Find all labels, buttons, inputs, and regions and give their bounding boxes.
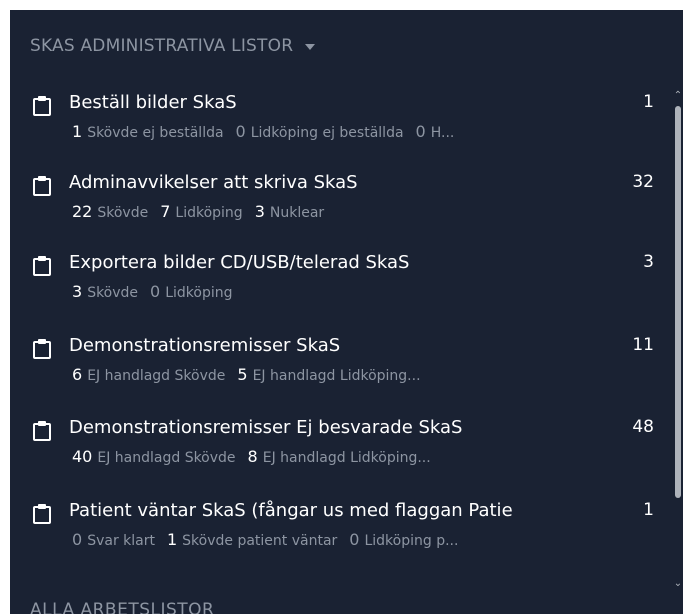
breakdown-count: 0 [349,530,360,549]
worklist-item[interactable]: Patient väntar SkaS (fångar us med flagg… [10,498,672,578]
item-breakdown: 22 Skövde 7 Lidköping 3 Nuklear [72,202,650,221]
item-breakdown: 6 EJ handlagd Skövde 5 EJ handlagd Lidköpin… [72,365,650,384]
item-title: Patient väntar SkaS (fångar us med flagg… [69,500,513,521]
next-section-header[interactable]: ALLA ARBETSLISTOR [30,600,214,614]
item-title: Demonstrationsremisser SkaS [69,335,341,356]
breakdown-count: 0 [415,122,426,141]
breakdown-count: 8 [247,447,258,466]
section-header[interactable]: SKAS ADMINISTRATIVA LISTOR [30,36,316,56]
breakdown-count: 0 [235,122,246,141]
item-count: 1 [643,92,654,112]
breakdown-count: 3 [254,202,265,221]
item-breakdown: 1 Skövde ej beställda 0 Lidköping ej bestäl… [72,122,650,141]
scroll-down-icon[interactable]: ⌄ [673,578,683,590]
item-breakdown: 3 Skövde 0 Lidköping [72,282,650,301]
item-breakdown: 40 EJ handlagd Skövde 8 EJ handlagd Lidköpi… [72,447,650,466]
breakdown-label: Lidköping p... [364,533,459,549]
breakdown-label: H... [430,125,455,141]
scrollbar-thumb[interactable] [675,106,681,498]
worklist-item[interactable]: Beställ bilder SkaS 1 1 Skövde ej beställda… [10,90,672,170]
breakdown-count: 7 [160,202,171,221]
item-title: Adminavvikelser att skriva SkaS [69,172,358,193]
clipboard-icon [33,96,51,116]
section-title: SKAS ADMINISTRATIVA LISTOR [30,36,294,56]
worklist-item[interactable]: Exportera bilder CD/USB/telerad SkaS 3 3 Sk… [10,250,672,330]
breakdown-label: Lidköping ej beställda [250,125,404,141]
item-breakdown: 0 Svar klart 1 Skövde patient väntar 0 Lidköp… [72,530,650,549]
item-title: Beställ bilder SkaS [69,92,237,113]
breakdown-count: 22 [72,202,93,221]
breakdown-count: 1 [72,122,83,141]
worklist-item[interactable]: Adminavvikelser att skriva SkaS 32 22 Skövd… [10,170,672,250]
breakdown-label: Svar klart [87,533,155,549]
worklist-item[interactable]: Demonstrationsremisser SkaS 11 6 EJ handlag… [10,333,672,413]
breakdown-label: Skövde patient väntar [182,533,338,549]
breakdown-label: Skövde [97,205,149,221]
clipboard-icon [33,421,51,441]
breakdown-label: Skövde ej beställda [87,125,224,141]
item-count: 1 [643,500,654,520]
breakdown-count: 3 [72,282,83,301]
breakdown-count: 0 [150,282,161,301]
item-title: Demonstrationsremisser Ej besvarade SkaS [69,417,463,438]
breakdown-label: EJ handlagd Lidköping... [252,368,421,384]
breakdown-label: Skövde [87,285,139,301]
clipboard-icon [33,339,51,359]
scroll-up-icon[interactable]: ⌃ [673,90,683,102]
item-count: 48 [632,417,654,437]
item-title: Exportera bilder CD/USB/telerad SkaS [69,252,410,273]
clipboard-icon [33,176,51,196]
breakdown-count: 40 [72,447,93,466]
scrollbar[interactable]: ⌃ ⌄ [673,90,683,590]
clipboard-icon [33,256,51,276]
breakdown-count: 1 [166,530,178,549]
item-count: 3 [643,252,654,272]
worklist-panel: SKAS ADMINISTRATIVA LISTOR Beställ bilde… [10,10,683,614]
breakdown-label: EJ handlagd Skövde [87,368,226,384]
breakdown-label: Nuklear [269,205,325,221]
breakdown-label: EJ handlagd Lidköping... [262,450,431,466]
item-count: 32 [632,172,654,192]
breakdown-count: 5 [237,365,248,384]
breakdown-label: EJ handlagd Skövde [97,450,236,466]
caret-down-icon[interactable] [305,44,316,50]
item-count: 11 [632,335,654,355]
breakdown-label: Lidköping [165,285,233,301]
breakdown-count: 6 [72,365,83,384]
breakdown-count: 0 [72,530,83,549]
worklist-item[interactable]: Demonstrationsremisser Ej besvarade SkaS… [10,415,672,495]
clipboard-icon [33,504,51,524]
breakdown-label: Lidköping [175,205,243,221]
